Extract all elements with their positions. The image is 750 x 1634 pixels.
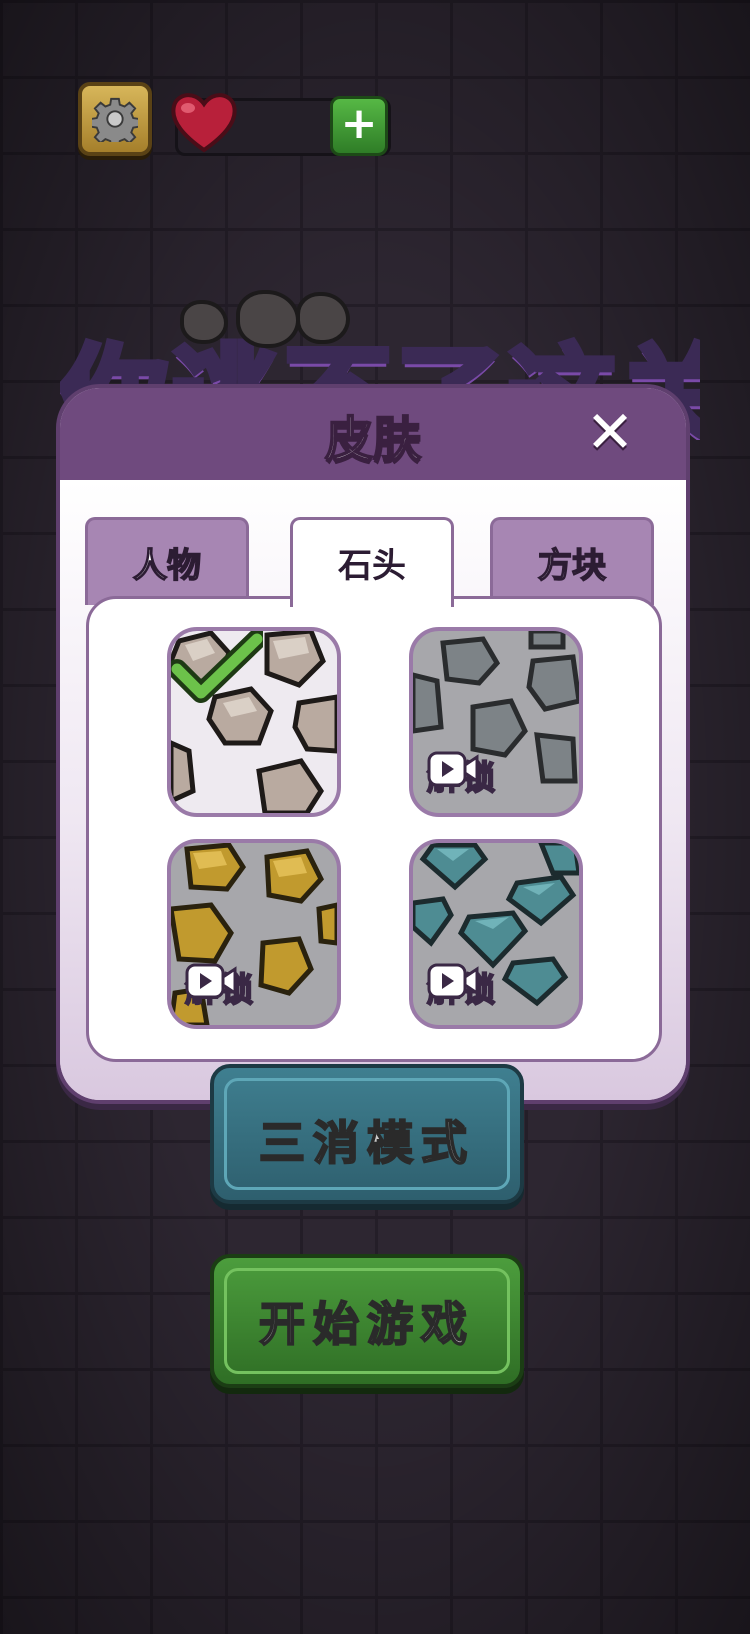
unlock-badge[interactable]: 解锁: [426, 751, 497, 799]
skin-tile-diamond-rocks[interactable]: 解锁: [409, 839, 583, 1029]
tab-blocks[interactable]: 方块: [490, 517, 654, 605]
match-three-mode-button[interactable]: 三消模式: [210, 1064, 524, 1204]
add-lives-button[interactable]: +: [330, 96, 388, 156]
start-button-label: 开始游戏: [258, 1296, 475, 1352]
heart-icon: [171, 93, 237, 153]
plus-icon: +: [340, 98, 378, 149]
skin-grid-panel: 解锁 解锁: [86, 596, 662, 1062]
skin-tile-gray-rocks[interactable]: 解锁: [409, 627, 583, 817]
dialog-header: 皮肤 ✕: [60, 388, 686, 480]
unlock-badge[interactable]: 解锁: [184, 963, 255, 1011]
tab-label: 人物: [132, 545, 202, 587]
mode-button-inner: 三消模式: [224, 1078, 510, 1190]
tab-stones[interactable]: 石头: [290, 517, 454, 607]
tab-characters[interactable]: 人物: [85, 517, 249, 605]
skin-tile-brown-rocks[interactable]: [167, 627, 341, 817]
settings-button[interactable]: [78, 82, 152, 156]
logo-rock: [296, 292, 350, 344]
close-button[interactable]: ✕: [582, 403, 638, 461]
video-camera-icon: [427, 963, 479, 999]
checkmark-icon: [171, 631, 263, 703]
logo-rock: [236, 290, 300, 348]
start-game-button[interactable]: 开始游戏: [210, 1254, 524, 1388]
mode-button-label: 三消模式: [258, 1115, 475, 1171]
video-camera-icon: [427, 751, 479, 787]
tab-label: 方块: [537, 545, 607, 587]
gear-icon: [92, 97, 138, 142]
video-camera-icon: [185, 963, 237, 999]
unlock-badge[interactable]: 解锁: [426, 963, 497, 1011]
skin-tile-gold-rocks[interactable]: 解锁: [167, 839, 341, 1029]
logo-rock: [180, 300, 228, 344]
tab-label: 石头: [338, 546, 406, 586]
start-button-inner: 开始游戏: [224, 1268, 510, 1374]
